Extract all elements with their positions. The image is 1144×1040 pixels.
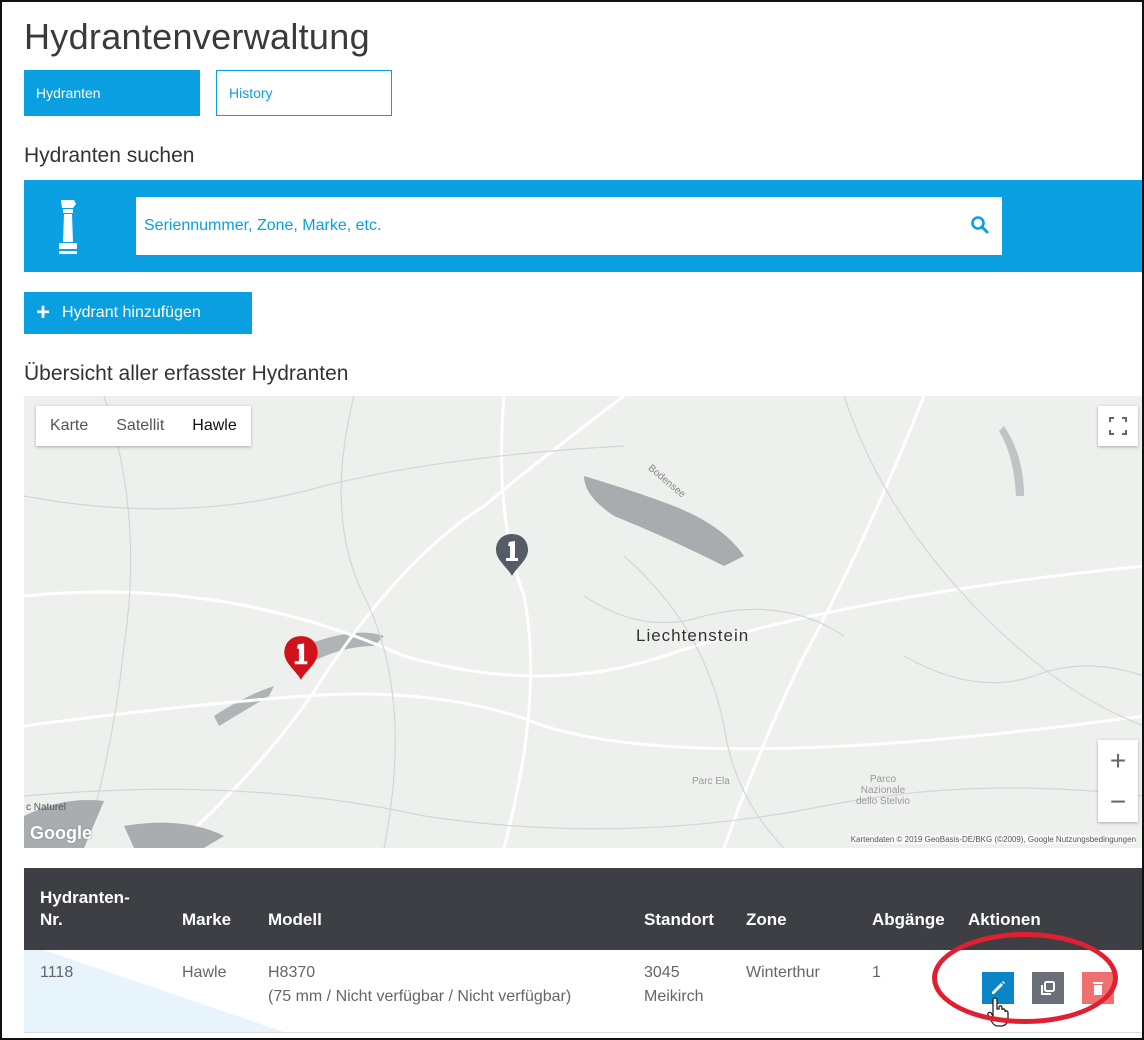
search-icon[interactable] — [970, 215, 990, 235]
map-type-satellit[interactable]: Satellit — [102, 406, 178, 446]
zoom-in-button[interactable]: + — [1098, 740, 1138, 781]
zoom-out-button[interactable]: − — [1098, 781, 1138, 822]
hydrant-icon — [59, 200, 77, 254]
tab-hydranten[interactable]: Hydranten — [24, 70, 200, 116]
app-frame: Hydrantenverwaltung Hydranten History Hy… — [0, 0, 1144, 1040]
fullscreen-icon — [1109, 417, 1127, 435]
col-header-aktionen: Aktionen — [968, 910, 1041, 929]
highlight-ring — [932, 932, 1118, 1024]
page-title: Hydrantenverwaltung — [24, 16, 370, 57]
cell-nr: 1118 — [40, 964, 74, 981]
plus-icon: + — [36, 299, 51, 326]
row-decoration — [24, 950, 284, 1032]
cell-abgaenge: 1 — [872, 964, 881, 981]
tab-history[interactable]: History — [216, 70, 392, 116]
col-header-abgaenge: Abgänge — [872, 910, 945, 929]
map-type-hawle[interactable]: Hawle — [178, 406, 250, 446]
map-background — [24, 396, 1142, 848]
map-attribution[interactable]: Kartendaten © 2019 GeoBasis-DE/BKG (©200… — [850, 835, 1136, 844]
col-header-nr-line2: Nr. — [40, 910, 63, 929]
cell-modell-line2: (75 mm / Nicht verfügbar / Nicht verfügb… — [268, 988, 572, 1005]
fullscreen-button[interactable] — [1098, 406, 1138, 446]
cell-marke: Hawle — [182, 964, 227, 981]
search-bar — [24, 180, 1142, 272]
map-label-parco: Parco Nazionale dello Stelvio — [856, 774, 910, 807]
cell-standort-line2: Meikirch — [644, 988, 704, 1005]
google-logo: Google — [30, 823, 92, 843]
col-header-marke: Marke — [182, 910, 232, 929]
overview-heading: Übersicht aller erfasster Hydranten — [24, 362, 349, 385]
zoom-control: + − — [1098, 740, 1138, 822]
search-heading: Hydranten suchen — [24, 144, 195, 167]
map-type-control: Karte Satellit Hawle — [36, 406, 251, 446]
map-type-karte[interactable]: Karte — [36, 406, 102, 446]
col-header-modell: Modell — [268, 910, 322, 929]
search-input[interactable] — [136, 197, 956, 255]
cell-zone: Winterthur — [746, 964, 820, 981]
cell-modell-line1: H8370 — [268, 964, 316, 981]
search-box — [136, 197, 1002, 255]
map-label-parc-ela: Parc Ela — [692, 776, 730, 787]
add-hydrant-button[interactable]: + Hydrant hinzufügen — [24, 292, 252, 334]
col-header-zone: Zone — [746, 910, 787, 929]
add-hydrant-label: Hydrant hinzufügen — [62, 304, 201, 321]
cell-standort-line1: 3045 — [644, 964, 680, 981]
map-label-liechtenstein: Liechtenstein — [636, 626, 750, 645]
col-header-standort: Standort — [644, 910, 714, 929]
map-view[interactable]: Karte Satellit Hawle + − Liechtenstein P… — [24, 396, 1142, 848]
map-marker-red[interactable] — [282, 634, 320, 682]
map-label-naturel: c Naturel — [26, 802, 67, 813]
col-header-nr-line1: Hydranten- — [40, 888, 130, 907]
map-marker-gray[interactable] — [494, 532, 530, 578]
